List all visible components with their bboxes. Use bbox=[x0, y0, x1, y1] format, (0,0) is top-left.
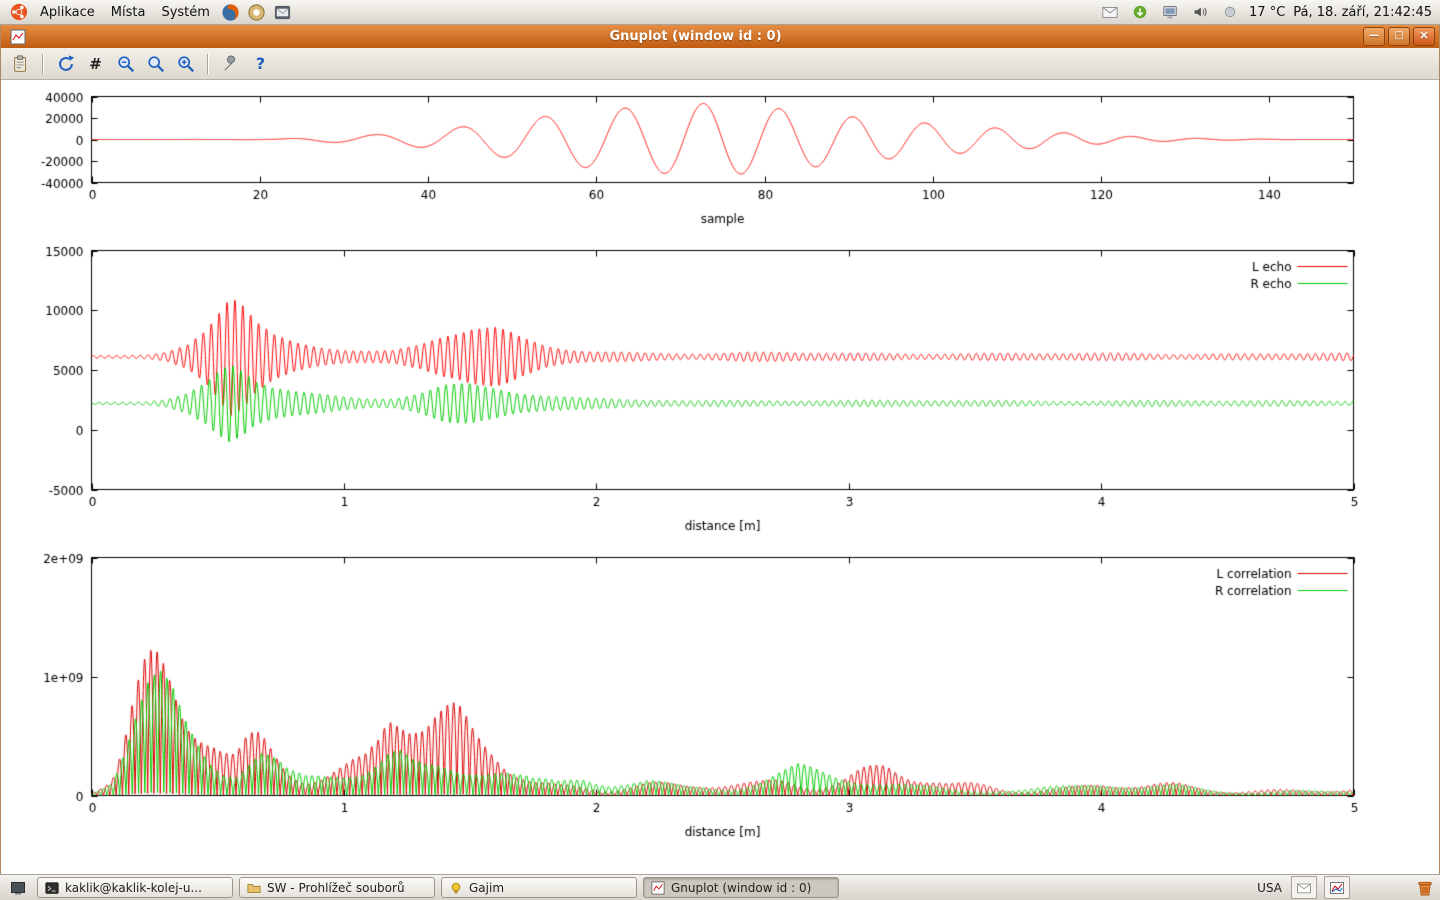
system-tray: 17 °C Pá, 18. září, 21:42:45 bbox=[1099, 1, 1434, 23]
firefox-icon[interactable] bbox=[220, 1, 242, 23]
taskbar: kaklik@kaklik-kolej-u... SW - Prohlížeč … bbox=[0, 874, 1440, 900]
volume-icon[interactable] bbox=[1189, 1, 1211, 23]
taskbar-item-label: Gnuplot (window id : 0) bbox=[671, 881, 811, 895]
echo-chart[interactable] bbox=[1, 238, 1439, 545]
window-title: Gnuplot (window id : 0) bbox=[31, 29, 1360, 44]
taskbar-item-gajim[interactable]: Gajim bbox=[441, 877, 637, 898]
gajim-icon bbox=[449, 881, 463, 895]
help-icon[interactable] bbox=[246, 1, 268, 23]
top-panel: Aplikace Místa Systém bbox=[0, 0, 1440, 25]
weather-icon[interactable] bbox=[1219, 1, 1241, 23]
show-desktop-icon[interactable] bbox=[7, 877, 29, 899]
minimize-button[interactable]: — bbox=[1363, 27, 1385, 46]
sample-waveform-chart[interactable] bbox=[1, 80, 1439, 238]
tray-mail-icon[interactable] bbox=[1099, 1, 1121, 23]
gnuplot-icon bbox=[651, 881, 665, 895]
window-list-applet-icon[interactable] bbox=[1324, 876, 1350, 899]
toolbar-separator bbox=[42, 54, 44, 74]
zoom-in-icon[interactable] bbox=[172, 51, 199, 76]
file-manager-icon bbox=[247, 881, 261, 895]
titlebar[interactable]: Gnuplot (window id : 0) — □ × bbox=[1, 25, 1439, 48]
temperature-label[interactable]: 17 °C bbox=[1249, 5, 1285, 20]
update-notifier-icon[interactable] bbox=[1129, 1, 1151, 23]
mail-notifier-icon[interactable] bbox=[1291, 876, 1317, 899]
menu-system[interactable]: Systém bbox=[153, 3, 217, 22]
taskbar-right: USA bbox=[1257, 876, 1435, 899]
keyboard-layout-indicator[interactable]: USA bbox=[1257, 881, 1284, 895]
export-icon[interactable] bbox=[7, 51, 34, 76]
trash-icon bbox=[1415, 878, 1435, 898]
help-button[interactable]: ? bbox=[247, 51, 274, 76]
mail-client-icon[interactable] bbox=[272, 1, 294, 23]
menu-applications-label: Aplikace bbox=[40, 5, 95, 20]
taskbar-item-file-browser[interactable]: SW - Prohlížeč souborů bbox=[239, 877, 435, 898]
display-icon[interactable] bbox=[1159, 1, 1181, 23]
menu-places-label: Místa bbox=[111, 5, 146, 20]
maximize-button[interactable]: □ bbox=[1388, 27, 1410, 46]
gnuplot-window: Gnuplot (window id : 0) — □ × # bbox=[0, 25, 1440, 874]
menu-places[interactable]: Místa bbox=[103, 3, 154, 22]
toolbar: # ? bbox=[1, 48, 1439, 80]
toolbar-separator bbox=[207, 54, 209, 74]
trash-applet[interactable] bbox=[1415, 878, 1435, 898]
replot-icon[interactable] bbox=[52, 51, 79, 76]
taskbar-item-gnuplot[interactable]: Gnuplot (window id : 0) bbox=[643, 877, 839, 898]
gnuplot-window-icon bbox=[7, 26, 29, 48]
taskbar-item-label: Gajim bbox=[469, 881, 504, 895]
settings-icon[interactable] bbox=[217, 51, 244, 76]
ubuntu-logo-icon[interactable] bbox=[8, 1, 30, 23]
close-button[interactable]: × bbox=[1413, 27, 1435, 46]
desktop-screen: Aplikace Místa Systém bbox=[0, 0, 1440, 900]
taskbar-item-label: kaklik@kaklik-kolej-u... bbox=[65, 881, 202, 895]
menu-system-label: Systém bbox=[161, 5, 209, 20]
terminal-icon bbox=[45, 881, 59, 895]
zoom-icon[interactable] bbox=[142, 51, 169, 76]
taskbar-item-label: SW - Prohlížeč souborů bbox=[267, 881, 405, 895]
plot-area bbox=[1, 80, 1439, 874]
grid-icon[interactable]: # bbox=[82, 51, 109, 76]
taskbar-item-terminal[interactable]: kaklik@kaklik-kolej-u... bbox=[37, 877, 233, 898]
zoom-out-icon[interactable] bbox=[112, 51, 139, 76]
clock-applet[interactable]: Pá, 18. září, 21:42:45 bbox=[1293, 5, 1434, 20]
menu-applications[interactable]: Aplikace bbox=[32, 3, 103, 22]
correlation-chart[interactable] bbox=[1, 545, 1439, 860]
